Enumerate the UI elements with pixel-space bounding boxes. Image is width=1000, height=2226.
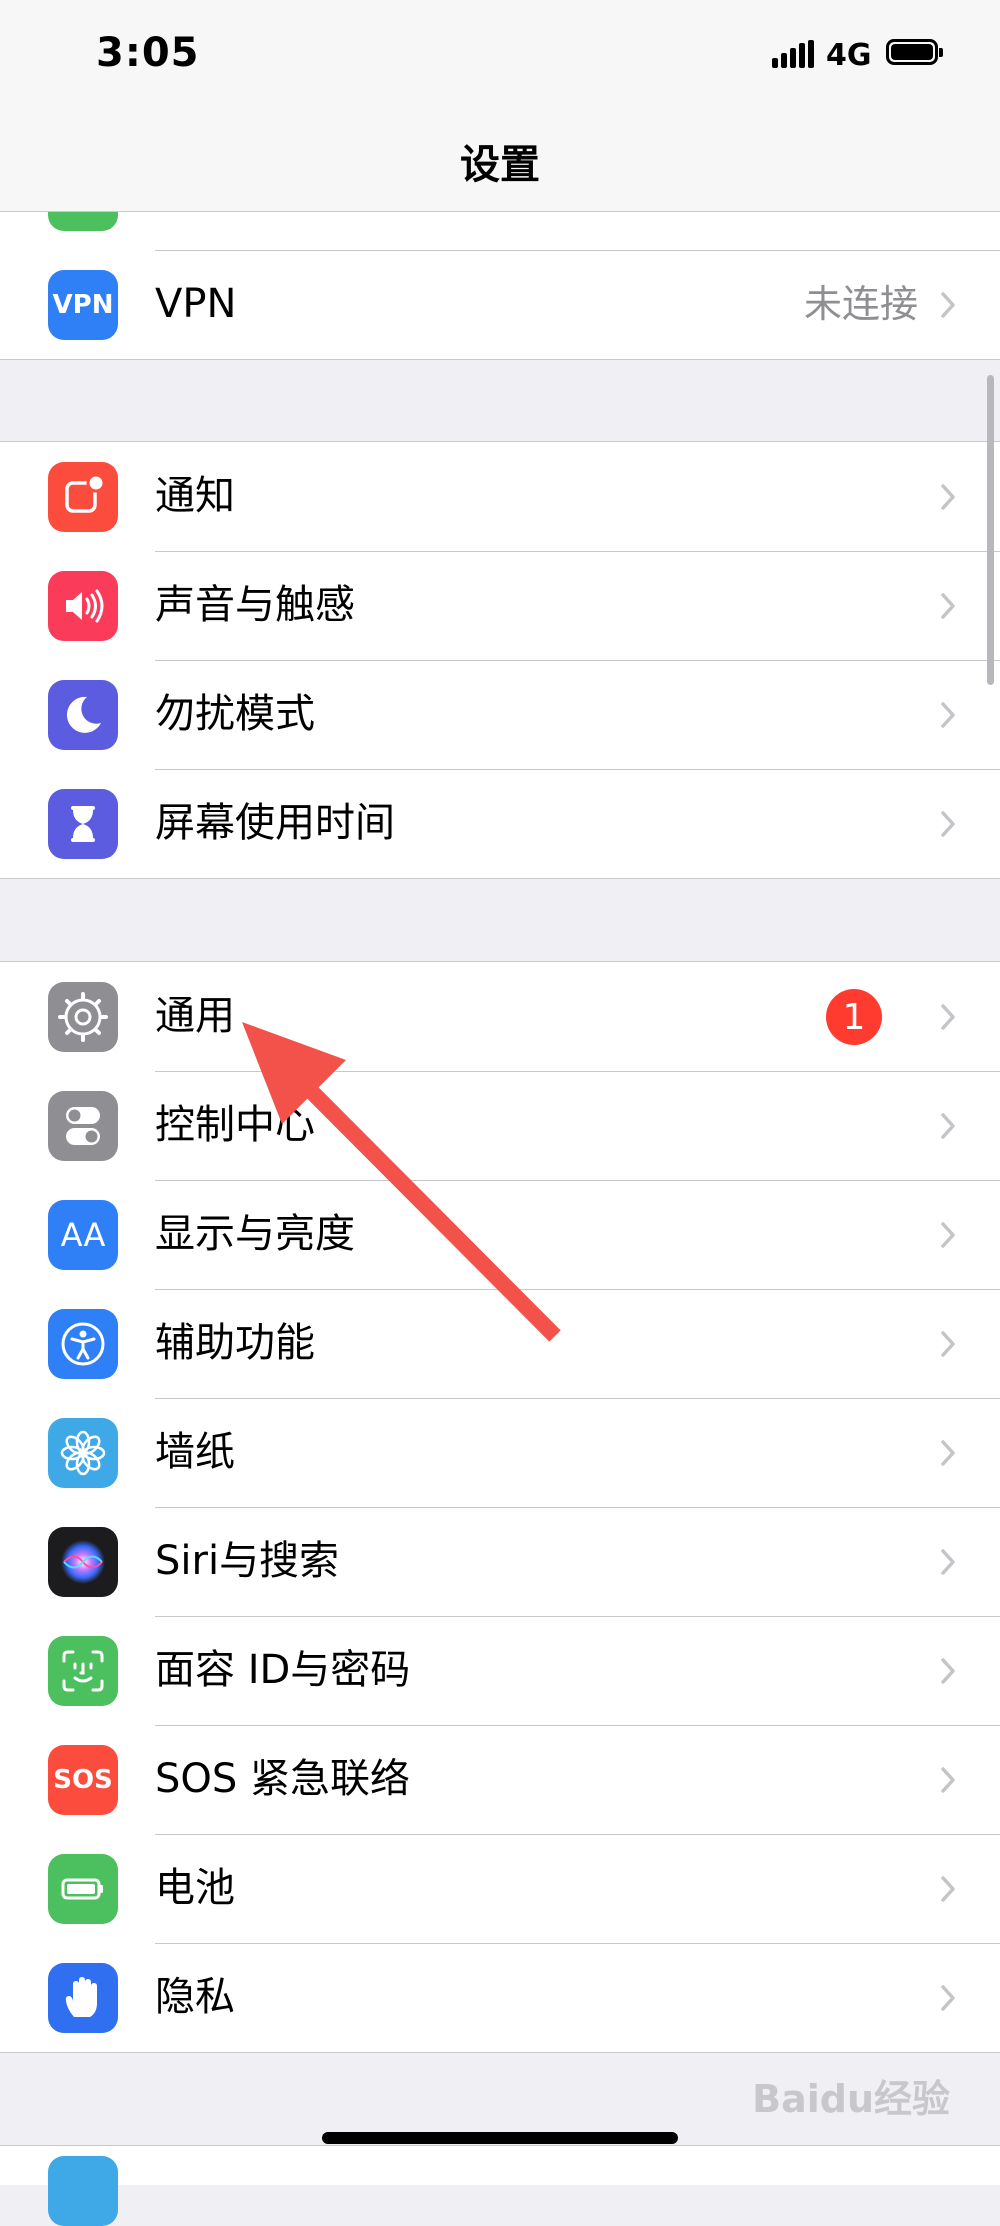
settings-row-privacy[interactable]: 隐私: [0, 1943, 1000, 2052]
navigation-bar: 3:05 4G 设置: [0, 0, 1000, 212]
settings-row-label: 辅助功能: [155, 1320, 315, 1366]
settings-row-sounds[interactable]: 声音与触感: [0, 551, 1000, 660]
home-indicator[interactable]: [322, 2132, 678, 2144]
settings-row-face-id[interactable]: 面容 ID与密码: [0, 1616, 1000, 1725]
chevron-right-icon: [941, 1658, 955, 1684]
settings-row-notifications[interactable]: 通知: [0, 442, 1000, 551]
status-bar: 3:05 4G: [0, 0, 1000, 110]
settings-row-label: 隐私: [155, 1974, 235, 2020]
toggles-icon: [48, 1091, 118, 1161]
flower-icon: [48, 1418, 118, 1488]
settings-row-label: 勿扰模式: [155, 691, 315, 737]
settings-group-notifications: 通知 声音与触感 勿扰模式 屏幕使用时间: [0, 441, 1000, 879]
chevron-right-icon: [941, 1440, 955, 1466]
chevron-right-icon: [941, 1876, 955, 1902]
settings-row-label: 通知: [155, 473, 235, 519]
chevron-right-icon: [941, 1985, 955, 2011]
scroll-indicator[interactable]: [987, 375, 994, 685]
face-id-icon: [48, 1636, 118, 1706]
chevron-right-icon: [941, 811, 955, 837]
app-store-icon: [48, 2156, 118, 2226]
sos-icon: SOS: [48, 1745, 118, 1815]
settings-row-wallpaper[interactable]: 墙纸: [0, 1398, 1000, 1507]
text-size-icon-text: AA: [60, 1216, 106, 1254]
accessibility-icon: [48, 1309, 118, 1379]
settings-row-screen-time[interactable]: 屏幕使用时间: [0, 769, 1000, 878]
settings-group-general: 通用 1 控制中心 AA 显示与亮度 辅助功能 墙纸 Siri与搜索 面容 ID…: [0, 961, 1000, 2053]
moon-icon: [48, 680, 118, 750]
vpn-status-value: 未连接: [803, 282, 918, 326]
vpn-icon: VPN: [48, 270, 118, 340]
hourglass-icon: [48, 789, 118, 859]
chevron-right-icon: [941, 1331, 955, 1357]
chevron-right-icon: [941, 292, 955, 318]
settings-row-label: 屏幕使用时间: [155, 800, 395, 846]
text-size-icon: AA: [48, 1200, 118, 1270]
page-title: 设置: [460, 142, 540, 188]
status-time: 3:05: [96, 30, 200, 76]
settings-row-control-center[interactable]: 控制中心: [0, 1071, 1000, 1180]
settings-row-battery[interactable]: 电池: [0, 1834, 1000, 1943]
network-type: 4G: [826, 38, 872, 73]
sos-icon-text: SOS: [53, 1765, 113, 1795]
settings-row-general[interactable]: 通用 1: [0, 962, 1000, 1071]
settings-row-label: 声音与触感: [155, 582, 355, 628]
settings-row-vpn[interactable]: VPN VPN 未连接: [0, 250, 1000, 359]
settings-row-label: 电池: [155, 1865, 235, 1911]
chevron-right-icon: [941, 1004, 955, 1030]
chevron-right-icon: [941, 702, 955, 728]
chevron-right-icon: [941, 593, 955, 619]
chevron-right-icon: [941, 1222, 955, 1248]
siri-icon: [48, 1527, 118, 1597]
signal-strength-icon: [772, 40, 814, 68]
settings-group-next: [0, 2145, 1000, 2226]
update-badge: 1: [826, 989, 882, 1045]
chevron-right-icon: [941, 1767, 955, 1793]
settings-row-accessibility[interactable]: 辅助功能: [0, 1289, 1000, 1398]
battery-status-icon: [886, 39, 943, 65]
settings-row-label: SOS 紧急联络: [155, 1756, 410, 1802]
settings-row-label: 墙纸: [155, 1429, 235, 1475]
settings-row-siri[interactable]: Siri与搜索: [0, 1507, 1000, 1616]
settings-row-label: 通用: [155, 993, 235, 1039]
settings-row-label: 显示与亮度: [155, 1211, 355, 1257]
settings-row-label: VPN: [155, 281, 237, 327]
gear-icon: [48, 982, 118, 1052]
hand-icon: [48, 1963, 118, 2033]
settings-row-do-not-disturb[interactable]: 勿扰模式: [0, 660, 1000, 769]
notification-icon: [48, 462, 118, 532]
battery-icon: [48, 1854, 118, 1924]
settings-row-label: 控制中心: [155, 1102, 315, 1148]
settings-row-display-brightness[interactable]: AA 显示与亮度: [0, 1180, 1000, 1289]
speaker-icon: [48, 571, 118, 641]
settings-row-emergency-sos[interactable]: SOS SOS 紧急联络: [0, 1725, 1000, 1834]
chevron-right-icon: [941, 1113, 955, 1139]
settings-row-label: Siri与搜索: [155, 1538, 340, 1584]
watermark-text: Baidu经验: [752, 2077, 950, 2121]
vpn-icon-text: VPN: [52, 290, 114, 320]
chevron-right-icon: [941, 484, 955, 510]
chevron-right-icon: [941, 1549, 955, 1575]
settings-row-label: 面容 ID与密码: [155, 1647, 411, 1693]
